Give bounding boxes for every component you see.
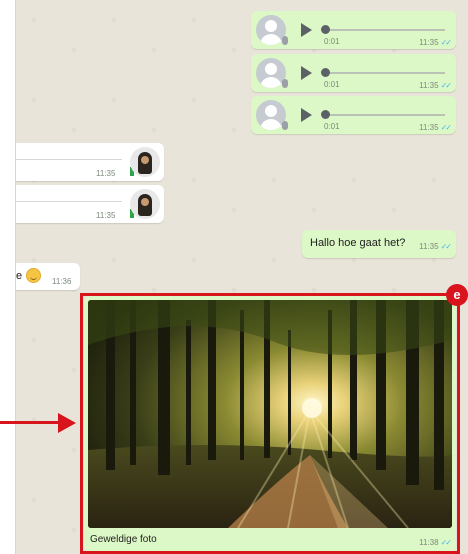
message-time: 11:35 ✓✓: [419, 123, 452, 132]
voice-message[interactable]: 0:01 11:35 ✓✓: [251, 54, 456, 92]
message-time: 11:36: [52, 277, 72, 286]
voice-duration: 0:01: [324, 80, 340, 89]
audio-progress-track[interactable]: [323, 114, 445, 116]
forest-photo[interactable]: [88, 300, 452, 528]
annotation-badge: e: [446, 284, 468, 306]
double-check-icon: ✓✓: [440, 38, 452, 47]
audio-progress-knob[interactable]: [321, 25, 330, 34]
annotation-arrow: [0, 421, 62, 424]
message-time: 11:35: [96, 169, 116, 178]
audio-progress-track[interactable]: [323, 72, 445, 74]
audio-progress-knob[interactable]: [321, 110, 330, 119]
contact-photo: [130, 147, 160, 177]
mic-icon: [282, 79, 288, 88]
image-message[interactable]: Geweldige foto 11:38 ✓✓: [84, 296, 456, 552]
chat-area: 0:01 11:35 ✓✓ 0:01 11:35 ✓✓ 0:01 11:35 ✓✓ 1…: [14, 0, 468, 554]
smiley-emoji-icon: [26, 268, 41, 283]
voice-duration: 0:01: [324, 37, 340, 46]
audio-progress-knob[interactable]: [321, 68, 330, 77]
divider: [14, 201, 122, 202]
incoming-text-message[interactable]: e 11:36: [14, 263, 80, 290]
message-time: 11:35 ✓✓: [419, 81, 452, 90]
left-panel-edge: [0, 0, 16, 554]
incoming-media-message[interactable]: 11:35: [14, 185, 164, 223]
audio-progress-track[interactable]: [323, 29, 445, 31]
double-check-icon: ✓✓: [440, 538, 452, 547]
double-check-icon: ✓✓: [440, 242, 452, 251]
play-icon[interactable]: [301, 66, 312, 80]
contact-photo: [130, 189, 160, 219]
message-time: 11:38 ✓✓: [419, 538, 452, 547]
message-time: 11:35: [96, 211, 116, 220]
annotation-arrow-head: [58, 413, 76, 433]
mic-icon: [282, 36, 288, 45]
double-check-icon: ✓✓: [440, 123, 452, 132]
message-text: e: [16, 270, 23, 282]
outgoing-text-message[interactable]: Hallo hoe gaat het? 11:35 ✓✓: [302, 230, 456, 258]
play-icon[interactable]: [301, 108, 312, 122]
message-time: 11:35 ✓✓: [419, 242, 452, 251]
incoming-media-message[interactable]: 11:35: [14, 143, 164, 181]
divider: [14, 159, 122, 160]
message-text: Hallo hoe gaat het?: [310, 237, 406, 249]
mic-icon: [282, 121, 288, 130]
double-check-icon: ✓✓: [440, 81, 452, 90]
play-icon[interactable]: [301, 23, 312, 37]
voice-message[interactable]: 0:01 11:35 ✓✓: [251, 11, 456, 49]
image-caption: Geweldige foto: [90, 534, 157, 545]
voice-duration: 0:01: [324, 122, 340, 131]
message-time: 11:35 ✓✓: [419, 38, 452, 47]
voice-message[interactable]: 0:01 11:35 ✓✓: [251, 96, 456, 134]
